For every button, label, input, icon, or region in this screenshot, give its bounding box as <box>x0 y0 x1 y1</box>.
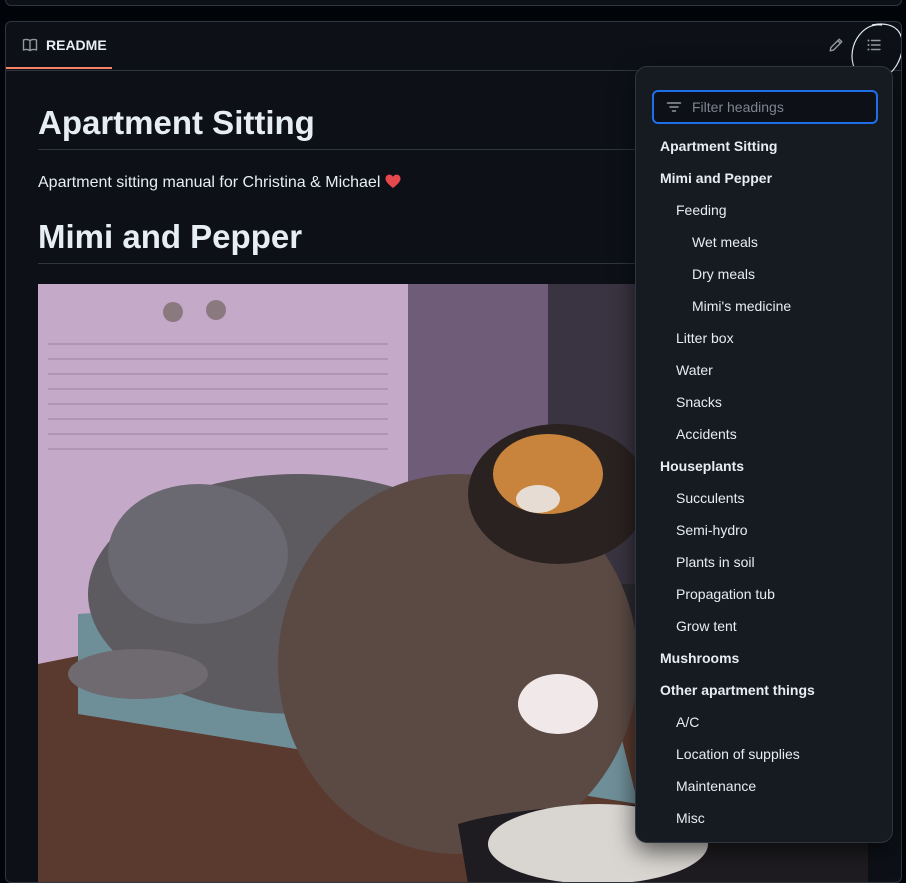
outline-item[interactable]: Grow tent <box>636 610 894 642</box>
filter-icon <box>666 102 682 112</box>
outline-item[interactable]: Plants in soil <box>636 546 894 578</box>
readme-tab[interactable]: README <box>6 22 112 69</box>
outline-list: Apartment Sitting Mimi and Pepper Feeding W… <box>636 130 894 834</box>
outline-item[interactable]: Litter box <box>636 322 894 354</box>
outline-item[interactable]: Mushrooms <box>636 642 894 674</box>
outline-item[interactable]: Other apartment things <box>636 674 894 706</box>
pencil-icon <box>829 38 843 52</box>
outline-item[interactable]: Accidents <box>636 418 894 450</box>
heart-icon <box>385 174 401 194</box>
outline-item[interactable]: Maintenance <box>636 770 894 802</box>
outline-item[interactable]: Mimi and Pepper <box>636 162 894 194</box>
filter-headings-field[interactable] <box>652 90 878 124</box>
readme-tab-label: README <box>46 36 107 53</box>
outline-item[interactable]: Dry meals <box>636 258 894 290</box>
outline-item[interactable]: Snacks <box>636 386 894 418</box>
edit-button[interactable] <box>828 37 846 55</box>
outline-item[interactable]: Succulents <box>636 482 894 514</box>
intro-text: Apartment sitting manual for Christina &… <box>38 174 381 191</box>
outline-button[interactable] <box>866 37 884 55</box>
outline-item[interactable]: Propagation tub <box>636 578 894 610</box>
outline-item[interactable]: Apartment Sitting <box>636 130 894 162</box>
readme-intro: Apartment sitting manual for Christina &… <box>38 174 401 194</box>
outline-item[interactable]: Feeding <box>636 194 894 226</box>
outline-item[interactable]: Mimi's medicine <box>636 290 894 322</box>
outline-item[interactable]: Water <box>636 354 894 386</box>
filter-headings-input[interactable] <box>690 98 874 116</box>
outline-item[interactable]: Semi-hydro <box>636 514 894 546</box>
outline-item[interactable]: Houseplants <box>636 450 894 482</box>
outline-item[interactable]: A/C <box>636 706 894 738</box>
outline-item[interactable]: Location of supplies <box>636 738 894 770</box>
list-unordered-icon <box>867 39 881 51</box>
outline-item[interactable]: Misc <box>636 802 894 834</box>
outline-panel: Apartment SittingMimi and PepperFeedingW… <box>635 66 893 843</box>
previous-panel <box>5 0 902 6</box>
readme-header: README <box>6 22 901 80</box>
outline-item[interactable]: Wet meals <box>636 226 894 258</box>
book-icon <box>22 38 38 51</box>
